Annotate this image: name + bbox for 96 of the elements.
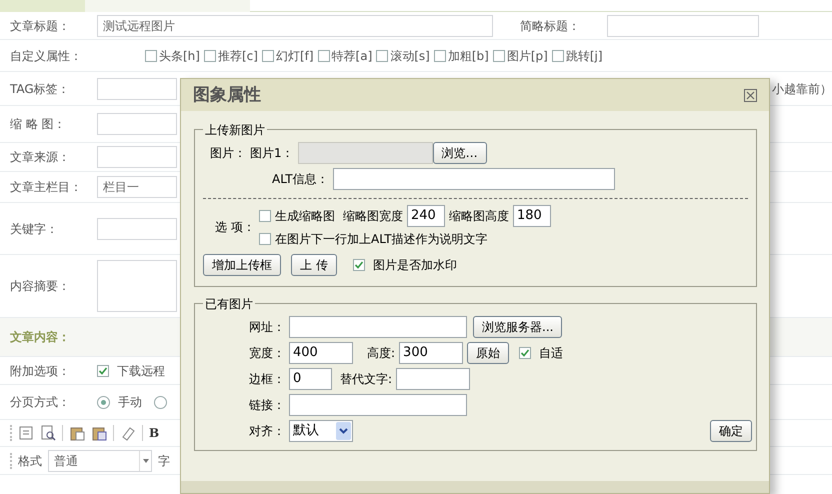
clipboard-icon[interactable]	[69, 425, 85, 441]
field-label: 缩略图宽度	[343, 208, 403, 225]
text-field[interactable]: 240	[407, 205, 445, 227]
hint-text: 小越靠前）	[772, 80, 832, 98]
select-value: 普通	[54, 452, 78, 470]
field-label: 简略标题：	[520, 18, 581, 34]
radio-button[interactable]	[97, 396, 110, 408]
text-field[interactable]: 300	[399, 342, 464, 364]
checkbox[interactable]	[434, 50, 446, 62]
radio-button[interactable]	[154, 396, 167, 408]
select-field[interactable]: 默认	[289, 420, 353, 442]
text-field[interactable]	[97, 218, 177, 240]
checkbox[interactable]	[97, 364, 109, 376]
checkbox[interactable]	[145, 50, 157, 62]
field-label: 附加选项：	[10, 362, 71, 380]
field-label: 高度:	[367, 345, 396, 362]
field-label: 链接：	[248, 397, 285, 414]
clipboard-icon[interactable]	[91, 425, 107, 441]
section-title: 文章内容：	[10, 329, 71, 346]
checkbox[interactable]	[318, 50, 330, 62]
fieldset-legend: 上传新图片	[203, 121, 267, 139]
button[interactable]: 原始	[467, 342, 510, 364]
checkbox-label: 下载远程	[117, 362, 165, 380]
checkbox-label: 推荐[c]	[218, 48, 258, 64]
checkbox[interactable]	[352, 259, 365, 271]
bold-button[interactable]: B	[149, 424, 160, 442]
text-field[interactable]	[97, 78, 177, 100]
field-label: TAG标签：	[10, 80, 71, 98]
text-field[interactable]	[97, 113, 177, 135]
checkbox-label: 图片是否加水印	[372, 257, 457, 274]
field-label: ALT信息：	[272, 171, 329, 188]
field-label: 宽度：	[248, 345, 285, 362]
text-field[interactable]: 测试远程图片	[97, 14, 493, 36]
checkbox-label: 幻灯[f]	[276, 48, 314, 64]
radio-label: 手动	[118, 394, 142, 411]
field-label: 图片1：	[250, 145, 294, 162]
checkbox[interactable]	[259, 210, 271, 222]
preview-icon[interactable]	[40, 425, 56, 441]
field-label: 文章标题：	[10, 18, 71, 34]
text-field[interactable]	[289, 394, 467, 416]
checkbox[interactable]	[519, 347, 532, 359]
file-field[interactable]	[298, 142, 433, 164]
checkbox-label: 头条[h]	[159, 48, 200, 64]
checkbox-label: 图片[p]	[506, 48, 548, 64]
checkbox-label: 自适	[539, 345, 564, 362]
checkbox[interactable]	[262, 50, 274, 62]
button[interactable]: 浏览服务器...	[473, 316, 562, 338]
checkbox[interactable]	[376, 50, 388, 62]
text-field[interactable]: 0	[289, 368, 332, 390]
button[interactable]: 浏览…	[432, 142, 487, 164]
button[interactable]: 确定	[710, 420, 752, 442]
field-label: 替代文字:	[340, 371, 392, 388]
eraser-icon[interactable]	[120, 425, 136, 441]
text-field[interactable]	[396, 368, 470, 390]
button[interactable]: 增加上传框	[203, 254, 281, 276]
checkbox-label: 在图片下一行加上ALT描述作为说明文字	[275, 231, 488, 248]
field-label: 对齐：	[248, 423, 285, 440]
dropdown-icon	[336, 422, 351, 440]
field-label: 关键字：	[10, 220, 59, 238]
checkbox[interactable]	[259, 233, 271, 245]
field-label: 边框：	[248, 371, 285, 388]
checkbox-label: 加粗[b]	[448, 48, 489, 64]
select-value: 默认	[293, 422, 319, 440]
field-label: 内容摘要：	[10, 278, 71, 295]
text-field[interactable]	[97, 146, 177, 168]
button[interactable]: 上 传	[291, 254, 337, 276]
close-icon[interactable]	[744, 88, 757, 102]
field-label: 自定义属性：	[10, 48, 83, 64]
select-field[interactable]: 栏目一	[97, 176, 177, 198]
text-field[interactable]	[607, 14, 759, 36]
field-label: 文章主栏目：	[10, 179, 83, 196]
select-field[interactable]: 普通	[48, 450, 152, 472]
field-label: 文章来源：	[10, 149, 71, 166]
field-label: 分页方式：	[10, 394, 71, 411]
checkbox-label: 特荐[a]	[332, 48, 372, 64]
source-icon[interactable]	[18, 425, 34, 441]
text-field[interactable]: 180	[513, 205, 551, 227]
checkbox-label: 跳转[j]	[566, 48, 603, 64]
field-label: 网址：	[248, 319, 285, 336]
checkbox[interactable]	[552, 50, 564, 62]
text-field[interactable]	[289, 316, 467, 338]
checkbox[interactable]	[492, 50, 505, 62]
text-field[interactable]	[332, 168, 615, 190]
field-label: 图片：	[209, 145, 246, 162]
checkbox-label: 滚动[s]	[390, 48, 430, 64]
field-label: 字	[158, 452, 170, 470]
field-label: 格式	[18, 452, 42, 470]
dialog-title: 图象属性	[193, 84, 261, 106]
field-label: 缩略图高度	[449, 208, 509, 225]
dropdown-icon	[139, 450, 151, 470]
text-field[interactable]: 400	[289, 342, 353, 364]
text-area[interactable]	[97, 260, 177, 312]
checkbox[interactable]	[204, 50, 216, 62]
checkbox-label: 生成缩略图	[275, 208, 335, 225]
field-label: 选 项：	[214, 218, 255, 236]
field-label: 缩 略 图：	[10, 116, 67, 133]
